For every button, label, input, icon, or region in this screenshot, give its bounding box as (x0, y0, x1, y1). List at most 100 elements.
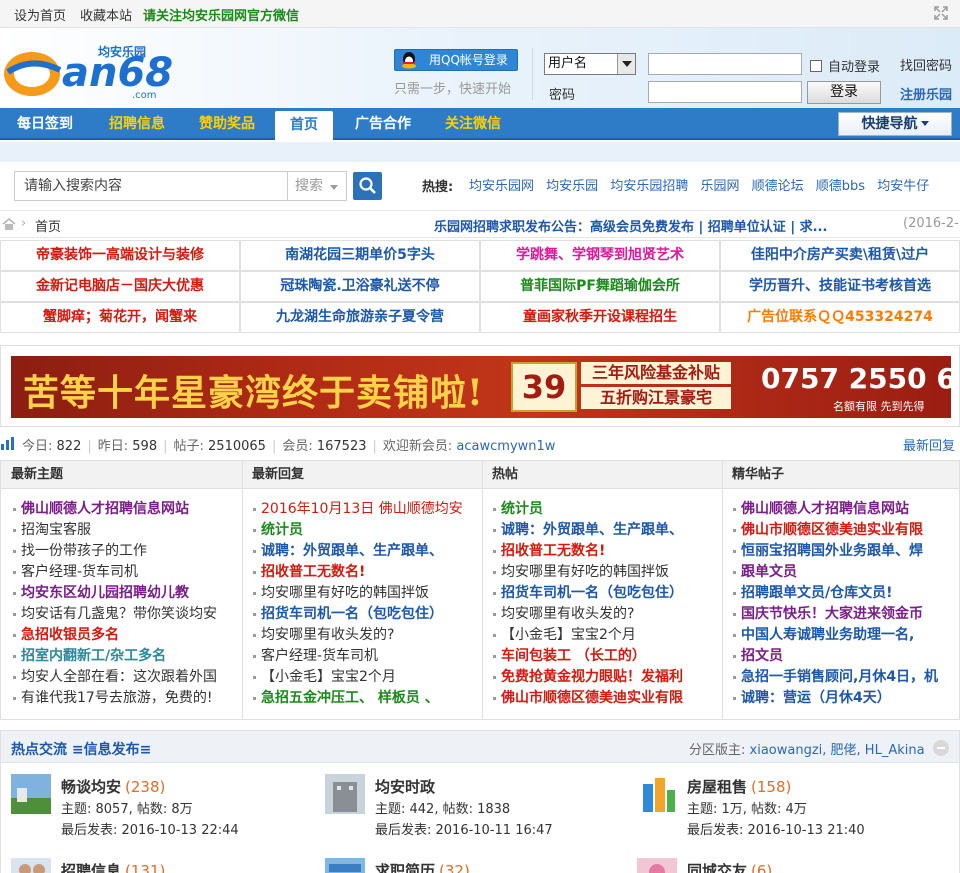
post-link[interactable]: 找一份带孩子的工作 (11, 541, 236, 562)
hot-search-label: 热搜: (422, 180, 454, 195)
post-link[interactable]: 诚聘：外贸跟单、生产跟单、 (491, 520, 716, 541)
hot-link[interactable]: 乐园网 (700, 179, 739, 194)
post-link[interactable]: 招货车司机一名（包吃包住） (491, 583, 716, 604)
post-link[interactable]: 有谁代我17号去旅游，免费的! (11, 688, 236, 709)
board-name[interactable]: 同城交友 (687, 862, 747, 873)
checkbox-box[interactable] (810, 60, 822, 72)
text-ad[interactable]: 学跳舞、学钢琴到旭贤艺术 (480, 240, 720, 271)
post-link[interactable]: 跟单文员 (731, 562, 955, 583)
post-link[interactable]: 招文员 (731, 646, 955, 667)
post-link[interactable]: 免费抢黄金视力眼贴！发福利 (491, 667, 716, 688)
announcement-link[interactable]: 乐园网招聘求职发布公告：高级会员免费发布 | 招聘单位认证 | 求... (434, 216, 827, 235)
post-link[interactable]: 佛山市顺德区德美迪实业有限 (731, 520, 955, 541)
post-link[interactable]: 招室内翻新工/杂工多名 (11, 646, 236, 667)
post-link[interactable]: 招收普工无数名! (491, 541, 716, 562)
qq-login-button[interactable]: 用QQ帐号登录 (394, 49, 518, 71)
post-link[interactable]: 车间包装工 （长工的） (491, 646, 716, 667)
quick-nav-button[interactable]: 快捷导航 (838, 112, 952, 136)
text-ad[interactable]: 南湖花园三期单价5字头 (240, 240, 480, 271)
post-link[interactable]: 均安哪里有好吃的韩国拌饭 (491, 562, 716, 583)
find-password-link[interactable]: 找回密码 (900, 55, 952, 74)
post-link[interactable]: 招聘跟单文员/仓库文员! (731, 583, 955, 604)
search-type-select[interactable]: 搜索 (287, 171, 347, 201)
bookmark-link[interactable]: 收藏本站 (80, 5, 132, 24)
follow-wechat-link[interactable]: 请关注均安乐园网官方微信 (143, 5, 299, 24)
nav-daily-checkin[interactable]: 每日签到 (0, 108, 90, 140)
post-link[interactable]: 均安话有几盏鬼？带你笑谈均安 (11, 604, 236, 625)
nav-ad-cooperation[interactable]: 广告合作 (338, 108, 428, 140)
hot-link[interactable]: 均安乐园 (546, 179, 598, 194)
text-ad[interactable]: 帝豪装饰一高端设计与装修 (0, 240, 240, 271)
site-logo[interactable]: an68 均安乐园 .com (2, 36, 174, 102)
post-link[interactable]: 【小金毛】宝宝2个月 (251, 667, 476, 688)
board-new-count: (158) (751, 778, 792, 796)
text-ad[interactable]: 学历晋升、技能证书考核首选 (720, 271, 960, 302)
post-link[interactable]: 客户经理-货车司机 (251, 646, 476, 667)
hot-link[interactable]: 均安乐园招聘 (610, 179, 688, 194)
latest-reply-link[interactable]: 最新回复 (903, 435, 955, 454)
nav-home[interactable]: 首页 (275, 111, 333, 140)
post-link[interactable]: 招淘宝客服 (11, 520, 236, 541)
section-title[interactable]: 热点交流 ≡信息发布≡ (11, 739, 151, 759)
post-link[interactable]: 中国人寿诚聘业务助理一名, (731, 625, 955, 646)
post-link[interactable]: 客户经理-货车司机 (11, 562, 236, 583)
board-name[interactable]: 均安时政 (375, 778, 435, 796)
banner-image[interactable]: 苦等十年星豪湾终于卖铺啦! 39 三年风险基金补贴 五折购江景豪宅 0757 2… (11, 356, 951, 418)
text-ad[interactable]: 佳阳中介房产买卖\租赁\过户 (720, 240, 960, 271)
post-link[interactable]: 急招五金冲压工、 样板员 、 (251, 688, 476, 709)
collapse-icon[interactable] (933, 740, 949, 756)
moderator-links[interactable]: xiaowangzi, 肥佬, HL_Akina (750, 743, 925, 758)
fullscreen-icon[interactable] (934, 6, 948, 20)
nav-sponsor-prizes[interactable]: 赞助奖品 (182, 108, 272, 140)
post-link[interactable]: 统计员 (251, 520, 476, 541)
posts-label: 帖子: (173, 439, 204, 454)
post-link[interactable]: 2016年10月13日 佛山顺德均安 (251, 499, 476, 520)
text-ad[interactable]: 童画家秋季开设课程招生 (480, 302, 720, 333)
username-input[interactable] (648, 53, 802, 75)
post-link[interactable]: 佛山顺德人才招聘信息网站 (11, 499, 236, 520)
hot-link[interactable]: 顺德bbs (816, 179, 865, 194)
new-member-link[interactable]: acawcmywn1w (456, 439, 555, 454)
post-link[interactable]: 招收普工无数名! (251, 562, 476, 583)
text-ad[interactable]: 普菲国际PF舞蹈瑜伽会所 (480, 271, 720, 302)
post-link[interactable]: 均安人全部在看：这次跟着外国 (11, 667, 236, 688)
board-name[interactable]: 房屋租售 (687, 778, 747, 796)
post-link[interactable]: 均安哪里有收头发的? (251, 625, 476, 646)
password-input[interactable] (648, 81, 802, 103)
text-ad[interactable]: 冠珠陶瓷.卫浴豪礼送不停 (240, 271, 480, 302)
register-link[interactable]: 注册乐园 (900, 84, 952, 103)
post-link[interactable]: 国庆节快乐！大家进来领金币 (731, 604, 955, 625)
hot-link[interactable]: 均安乐园网 (469, 179, 534, 194)
board-name[interactable]: 求职简历 (375, 862, 435, 873)
text-ad[interactable]: 蟹脚痒；菊花开，闻蟹来 (0, 302, 240, 333)
login-button[interactable]: 登录 (807, 81, 881, 104)
text-ad[interactable]: 广告位联系ＱＱ453324274 (720, 302, 960, 333)
post-link[interactable]: 急招一手销售顾问,月休4日，机 (731, 667, 955, 688)
text-ad[interactable]: 金新记电脑店－国庆大优惠 (0, 271, 240, 302)
post-link[interactable]: 诚聘：外贸跟单、生产跟单、 (251, 541, 476, 562)
hot-link[interactable]: 均安牛仔 (877, 179, 929, 194)
post-link[interactable]: 急招收银员多名 (11, 625, 236, 646)
login-type-select[interactable]: 用户名 (544, 53, 636, 75)
post-link[interactable]: 诚聘：营运（月休4天） (731, 688, 955, 709)
post-link[interactable]: 恒丽宝招聘国外业务跟单、焊 (731, 541, 955, 562)
nav-follow-wechat[interactable]: 关注微信 (428, 108, 518, 140)
hot-link[interactable]: 顺德论坛 (752, 179, 804, 194)
search-input[interactable]: 请输入搜索内容 (14, 171, 288, 201)
post-link[interactable]: 统计员 (491, 499, 716, 520)
board-name[interactable]: 畅谈均安 (61, 778, 121, 796)
board-name[interactable]: 招聘信息 (61, 862, 121, 873)
post-link[interactable]: 招货车司机一名（包吃包住） (251, 604, 476, 625)
post-link[interactable]: 【小金毛】宝宝2个月 (491, 625, 716, 646)
search-button[interactable] (353, 172, 382, 200)
home-icon[interactable] (2, 218, 16, 230)
post-link[interactable]: 佛山市顺德区德美迪实业有限 (491, 688, 716, 709)
nav-jobs[interactable]: 招聘信息 (92, 108, 182, 140)
text-ad[interactable]: 九龙湖生命旅游亲子夏令营 (240, 302, 480, 333)
auto-login-checkbox[interactable]: 自动登录 (810, 56, 880, 75)
set-home-link[interactable]: 设为首页 (14, 5, 66, 24)
post-link[interactable]: 均安哪里有好吃的韩国拌饭 (251, 583, 476, 604)
post-link[interactable]: 均安哪里有收头发的? (491, 604, 716, 625)
post-link[interactable]: 均安东区幼儿园招聘幼儿教 (11, 583, 236, 604)
post-link[interactable]: 佛山顺德人才招聘信息网站 (731, 499, 955, 520)
